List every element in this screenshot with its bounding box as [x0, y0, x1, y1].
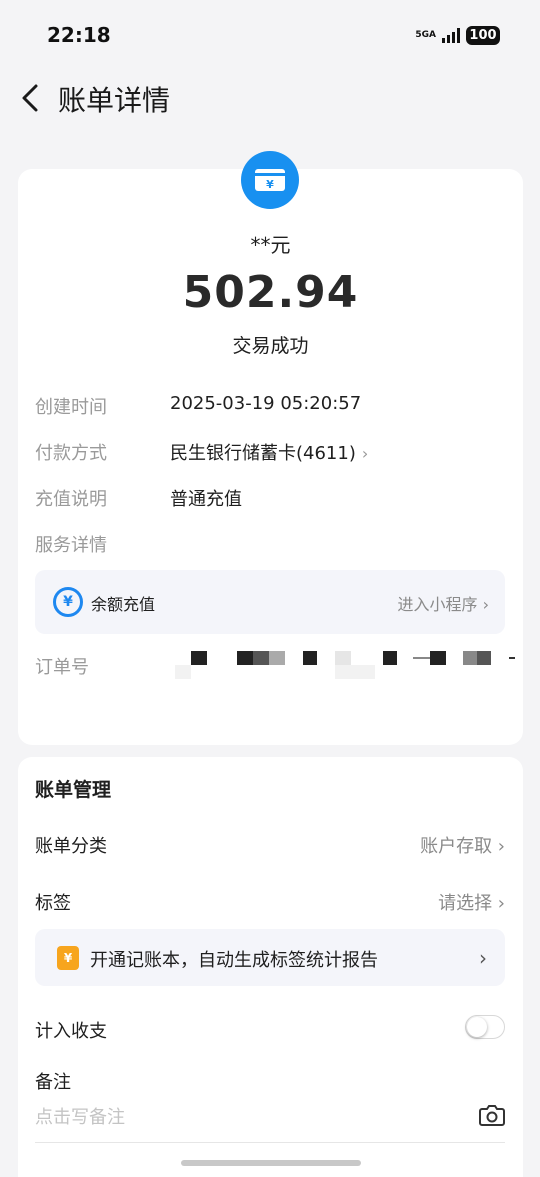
yen-icon: ¥: [53, 587, 83, 617]
toggle-knob: [467, 1017, 487, 1037]
merchant-name: **元: [250, 233, 291, 257]
tags-label: 标签: [35, 893, 71, 914]
detail-row-payment-method[interactable]: 付款方式 民生银行储蓄卡(4611) ›: [35, 439, 505, 467]
service-name: 余额充值: [91, 595, 156, 614]
home-indicator[interactable]: [181, 1160, 361, 1166]
battery-icon: 100: [466, 25, 500, 45]
count-toggle[interactable]: [465, 1015, 505, 1039]
svg-text:¥: ¥: [266, 178, 274, 191]
detail-label: 创建时间: [35, 397, 107, 418]
section-title: 账单管理: [35, 779, 112, 801]
detail-row-recharge-note: 充值说明 普通充值: [35, 485, 505, 513]
detail-value: 2025-03-19 05:20:57: [170, 393, 362, 414]
category-text: 账户存取: [420, 836, 493, 857]
enter-mini-program-link[interactable]: 进入小程序 ›: [398, 591, 490, 615]
category-value: 账户存取 ›: [420, 836, 505, 857]
status-bar: 22:18 5GA 100: [0, 0, 540, 68]
remark-input[interactable]: 点击写备注: [35, 1103, 125, 1129]
ledger-promo-banner[interactable]: ¥ 开通记账本，自动生成标签统计报告 ›: [35, 929, 505, 986]
bank-card-icon: ¥: [241, 151, 299, 209]
count-in-income-expense-row: 计入收支: [35, 1015, 505, 1045]
bill-category-row[interactable]: 账单分类 账户存取 ›: [35, 832, 505, 860]
page-title: 账单详情: [58, 84, 171, 117]
remark-label: 备注: [35, 1072, 71, 1093]
bill-summary-card: ¥ **元 502.94 交易成功 创建时间 2025-03-19 05:20:…: [18, 151, 523, 745]
count-label: 计入收支: [35, 1021, 107, 1042]
service-mini-program[interactable]: ¥ 余额充值 进入小程序 ›: [35, 570, 505, 634]
network-label: 5GA: [415, 29, 436, 40]
category-label: 账单分类: [35, 836, 107, 857]
detail-label: 付款方式: [35, 443, 107, 464]
order-number-redacted: [175, 651, 515, 681]
chevron-right-icon: ›: [479, 946, 487, 970]
payment-method-value: 民生银行储蓄卡(4611): [170, 443, 356, 464]
transaction-status: 交易成功: [232, 335, 309, 357]
tags-row[interactable]: 标签 请选择 ›: [35, 889, 505, 917]
detail-label: 充值说明: [35, 489, 107, 510]
detail-value: 普通充值: [170, 489, 242, 510]
remark-row: 备注: [35, 1068, 505, 1096]
back-button[interactable]: [14, 78, 50, 118]
status-time: 22:18: [47, 23, 111, 47]
bill-management-card: 账单管理 账单分类 账户存取 › 标签 请选择 › ¥ 开通记账本，自动生成标签…: [18, 757, 523, 1177]
amount: 502.94: [182, 267, 359, 318]
detail-value-wrap: 民生银行储蓄卡(4611) ›: [170, 439, 368, 465]
detail-row-service: 服务详情: [35, 531, 505, 559]
chevron-right-icon: ›: [361, 444, 369, 463]
camera-icon[interactable]: [479, 1103, 505, 1127]
divider: [35, 1142, 505, 1143]
signal-icon: [442, 27, 460, 43]
tags-value: 请选择 ›: [438, 893, 505, 914]
status-icons: 5GA 100: [415, 24, 500, 46]
detail-label: 订单号: [35, 657, 89, 678]
chevron-left-icon: [22, 84, 38, 112]
tags-text: 请选择: [438, 893, 493, 914]
ledger-yen-icon: ¥: [57, 946, 79, 970]
nav-bar: 账单详情: [0, 68, 540, 128]
detail-label: 服务详情: [35, 535, 107, 556]
link-label: 进入小程序: [397, 595, 478, 614]
detail-row-created-time: 创建时间 2025-03-19 05:20:57: [35, 393, 505, 421]
promo-text: 开通记账本，自动生成标签统计报告: [90, 950, 378, 971]
